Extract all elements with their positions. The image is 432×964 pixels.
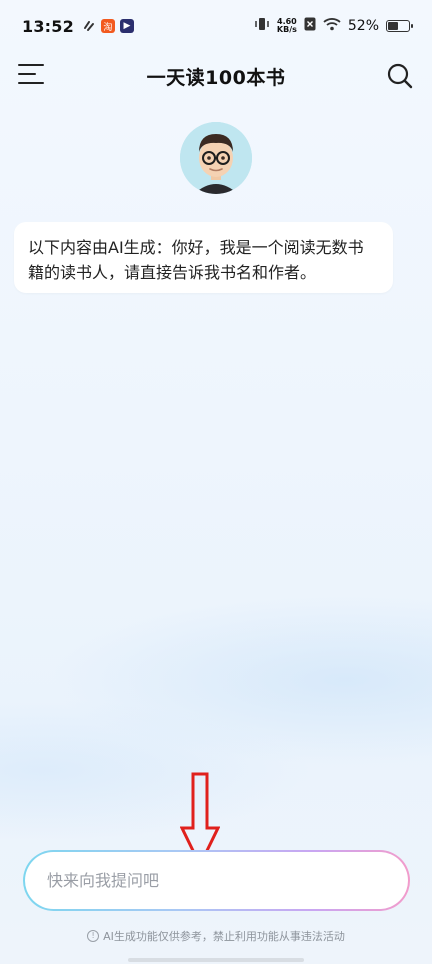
- search-icon[interactable]: [386, 62, 414, 90]
- question-input[interactable]: [47, 871, 408, 890]
- page-title: 一天读100本书: [146, 66, 286, 89]
- disclaimer-text: AI生成功能仅供参考，禁止利用功能从事违法活动: [103, 930, 345, 943]
- status-right: 4.60 KB/s 52%: [254, 17, 413, 35]
- battery-icon: [386, 20, 413, 32]
- notification-icons: 淘 ▶: [82, 19, 134, 33]
- question-input-container: [23, 850, 410, 911]
- battery-level: [388, 22, 399, 30]
- no-sim-icon: [304, 17, 316, 35]
- ai-disclaimer: ! AI生成功能仅供参考，禁止利用功能从事违法活动: [0, 928, 432, 944]
- menu-icon[interactable]: [18, 64, 46, 88]
- video-app-icon: ▶: [119, 19, 134, 33]
- network-speed-unit: KB/s: [276, 25, 297, 34]
- wifi-icon: [323, 17, 341, 35]
- status-time: 13:52: [22, 16, 74, 36]
- question-input-box: [25, 852, 408, 909]
- network-speed: 4.60 KB/s: [277, 18, 297, 34]
- ai-avatar: [180, 122, 252, 194]
- shopping-app-icon: 淘: [100, 19, 115, 33]
- vibrate-icon: [254, 17, 270, 35]
- home-indicator[interactable]: [128, 958, 304, 962]
- battery-percent: 52%: [347, 18, 379, 34]
- link-app-icon: [82, 19, 96, 33]
- status-bar: 13:52 淘 ▶ 4.60 KB/s 52%: [0, 0, 432, 52]
- app-header: 一天读100本书: [0, 52, 432, 100]
- info-icon: !: [87, 930, 100, 942]
- ai-message-bubble: 以下内容由AI生成：你好，我是一个阅读无数书籍的读书人，请直接告诉我书名和作者。: [14, 222, 393, 293]
